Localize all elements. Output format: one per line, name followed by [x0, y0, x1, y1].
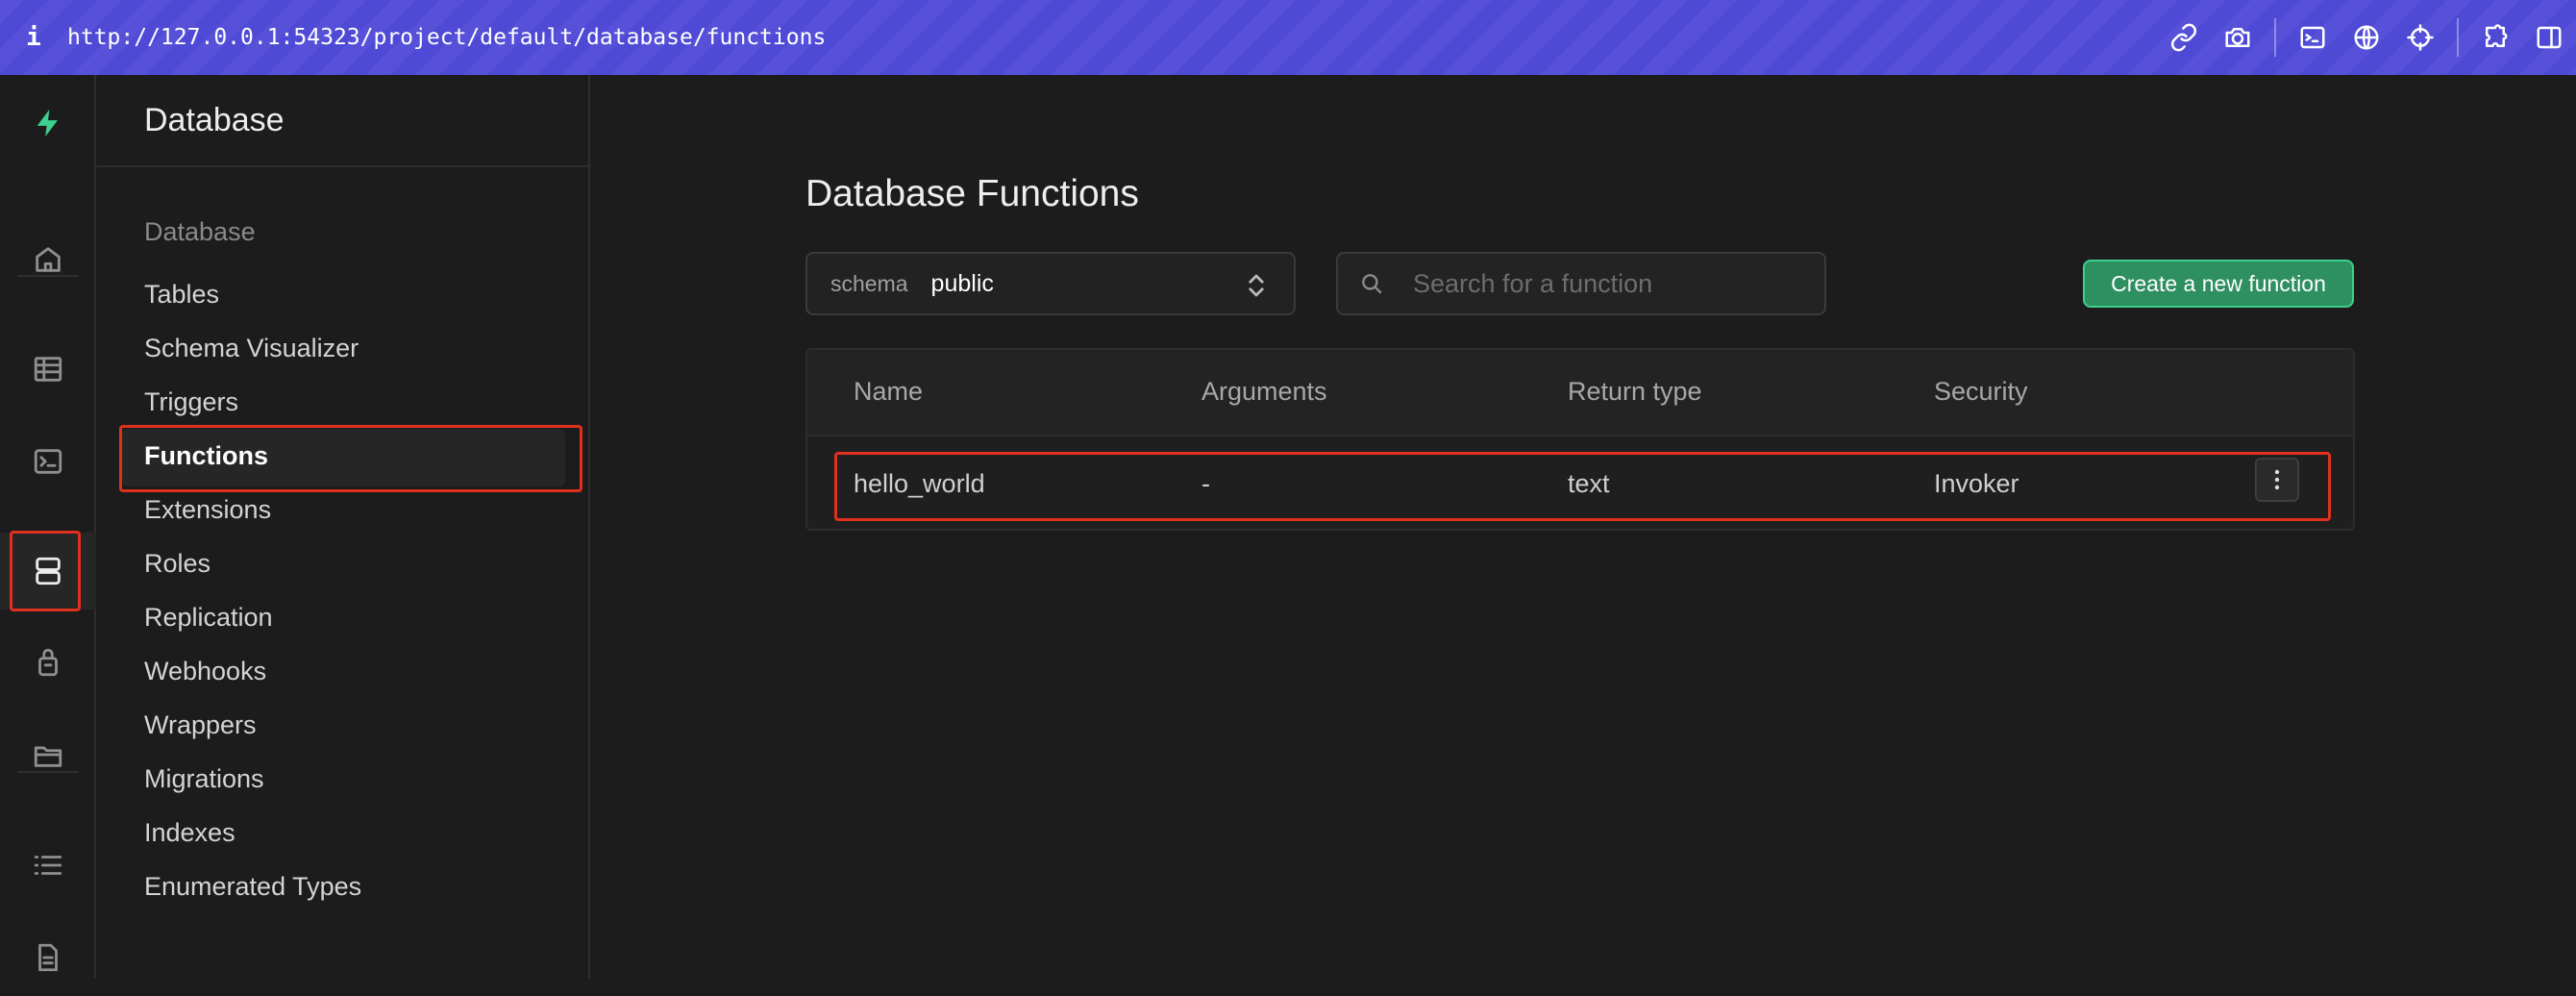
- column-header-arguments: Arguments: [1201, 377, 1327, 406]
- menu-item-replication[interactable]: Replication: [144, 593, 273, 641]
- menu-item-wrappers[interactable]: Wrappers: [144, 701, 257, 749]
- link-icon[interactable]: [2157, 0, 2211, 75]
- schema-selector[interactable]: schema public: [805, 252, 1296, 315]
- rail-divider: [17, 275, 79, 277]
- menu-item-tables[interactable]: Tables: [144, 270, 219, 318]
- menu-item-schema-visualizer[interactable]: Schema Visualizer: [144, 324, 359, 372]
- menu-item-enumerated-types[interactable]: Enumerated Types: [144, 862, 361, 910]
- menu-section-label: Database: [144, 217, 256, 246]
- menu-item-triggers[interactable]: Triggers: [144, 378, 238, 426]
- logs-icon[interactable]: [0, 827, 96, 904]
- address-bar[interactable]: http://127.0.0.1:54323/project/default/d…: [67, 25, 826, 50]
- database-menu: Database Database Tables Schema Visualiz…: [96, 75, 590, 979]
- table-editor-icon[interactable]: [0, 331, 96, 408]
- puzzle-icon[interactable]: [2468, 0, 2522, 75]
- sql-editor-icon[interactable]: [0, 423, 96, 500]
- camera-icon[interactable]: [2211, 0, 2265, 75]
- search-input[interactable]: [1413, 268, 1797, 299]
- terminal-icon[interactable]: [2286, 0, 2340, 75]
- search-box: [1336, 252, 1826, 315]
- main-content: Database Functions schema public Create …: [590, 75, 2576, 979]
- create-function-button[interactable]: Create a new function: [2083, 260, 2354, 308]
- sidebar-icon[interactable]: [2522, 0, 2576, 75]
- column-header-security: Security: [1934, 377, 2028, 406]
- column-header-name: Name: [854, 377, 924, 406]
- icon-rail: [0, 75, 96, 979]
- menu-item-webhooks[interactable]: Webhooks: [144, 647, 266, 695]
- docs-icon[interactable]: [0, 919, 96, 996]
- menu-title: Database: [96, 75, 588, 167]
- rail-divider: [17, 771, 79, 773]
- schema-label: schema: [830, 270, 908, 296]
- menu-item-indexes[interactable]: Indexes: [144, 809, 235, 857]
- search-icon: [1359, 271, 1384, 296]
- toolbar-divider: [2274, 18, 2276, 57]
- schema-value: public: [930, 269, 994, 297]
- highlight-box: [119, 425, 582, 492]
- menu-item-roles[interactable]: Roles: [144, 539, 211, 587]
- highlight-box: [834, 452, 2331, 521]
- globe-icon[interactable]: [2340, 0, 2393, 75]
- column-header-return-type: Return type: [1568, 377, 1702, 406]
- highlight-box: [10, 531, 81, 611]
- crosshair-icon[interactable]: [2393, 0, 2447, 75]
- info-icon[interactable]: i: [0, 23, 67, 52]
- storage-icon[interactable]: [0, 716, 96, 793]
- page-title: Database Functions: [805, 173, 1139, 214]
- chevron-up-down-icon: [1244, 271, 1269, 300]
- home-icon[interactable]: [0, 221, 96, 298]
- logo-icon[interactable]: [0, 85, 96, 162]
- browser-actions: [2157, 0, 2576, 75]
- browser-toolbar: i http://127.0.0.1:54323/project/default…: [0, 0, 2576, 75]
- menu-item-extensions[interactable]: Extensions: [144, 486, 271, 534]
- toolbar-divider: [2457, 18, 2459, 57]
- menu-item-migrations[interactable]: Migrations: [144, 755, 264, 803]
- auth-icon[interactable]: [0, 624, 96, 701]
